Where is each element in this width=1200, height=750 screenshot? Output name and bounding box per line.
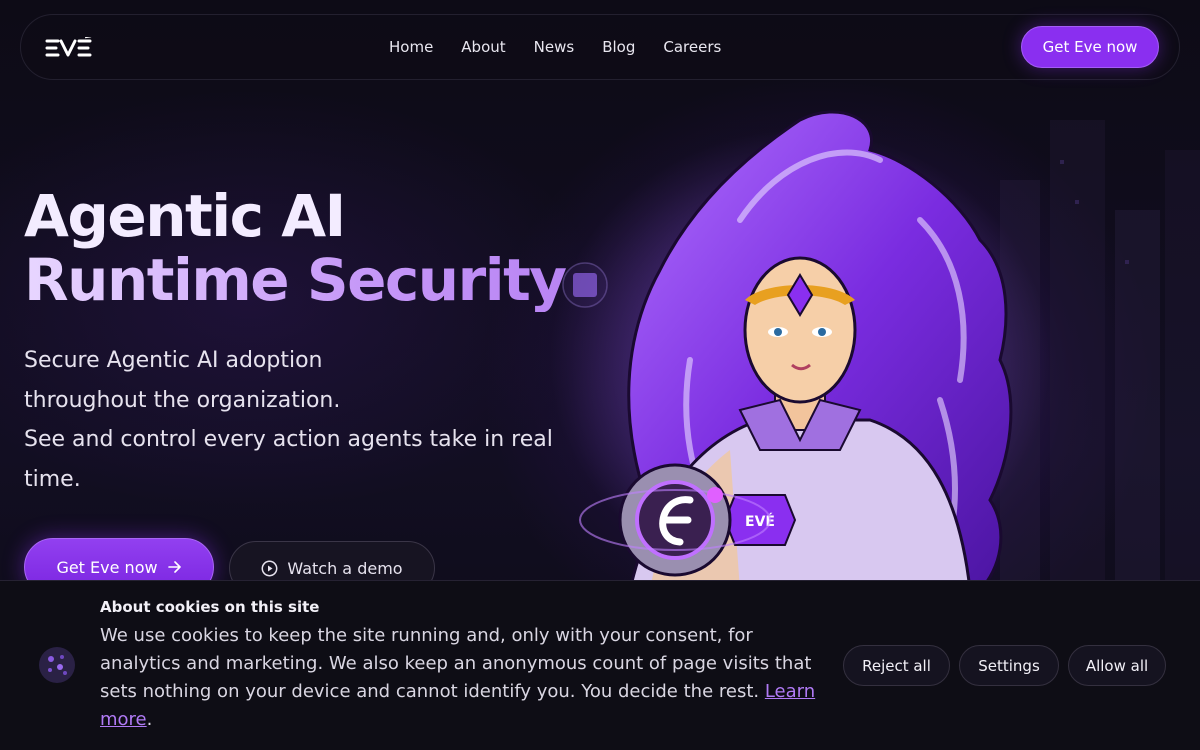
hero-subtitle-line: throughout the organization.	[24, 387, 341, 413]
hero-subtitle-line: Secure Agentic AI adoption	[24, 348, 323, 373]
hero-subtitle-line: time.	[24, 466, 81, 492]
allow-all-button[interactable]: Allow all	[1068, 645, 1166, 686]
nav-link-news[interactable]: News	[534, 38, 575, 56]
arrow-right-icon	[167, 561, 181, 573]
cookie-title: About cookies on this site	[100, 598, 320, 616]
cookie-body: We use cookies to keep the site running …	[100, 625, 812, 702]
top-navbar: Home About News Blog Careers Get Eve now	[20, 14, 1180, 80]
play-circle-icon	[261, 560, 278, 576]
nav-link-blog[interactable]: Blog	[602, 38, 635, 56]
nav-link-about[interactable]: About	[461, 38, 505, 56]
cookie-suffix: .	[146, 709, 153, 730]
cookie-text: We use cookies to keep the site running …	[100, 622, 830, 734]
hero-title: Agentic AI Runtime Security	[24, 182, 567, 314]
hero-title-line2: Runtime Security	[24, 246, 567, 314]
hero-get-eve-label: Get Eve now	[56, 557, 158, 577]
nav-get-eve-button[interactable]: Get Eve now	[1021, 26, 1159, 68]
cookie-icon	[39, 647, 75, 683]
hero-illustration: EVÉ	[550, 110, 1050, 590]
settings-button[interactable]: Settings	[959, 645, 1059, 686]
watch-demo-label: Watch a demo	[287, 558, 403, 578]
nav-link-careers[interactable]: Careers	[663, 38, 721, 56]
hero-title-line1: Agentic AI	[24, 182, 346, 250]
hero-subtitle: Secure Agentic AI adoption throughout th…	[24, 341, 584, 499]
reject-all-button[interactable]: Reject all	[843, 645, 950, 686]
nav-links: Home About News Blog Careers	[389, 15, 721, 79]
nav-link-home[interactable]: Home	[389, 38, 433, 56]
eve-logo[interactable]	[45, 34, 95, 63]
hero-subtitle-line: See and control every action agents take…	[24, 427, 553, 452]
